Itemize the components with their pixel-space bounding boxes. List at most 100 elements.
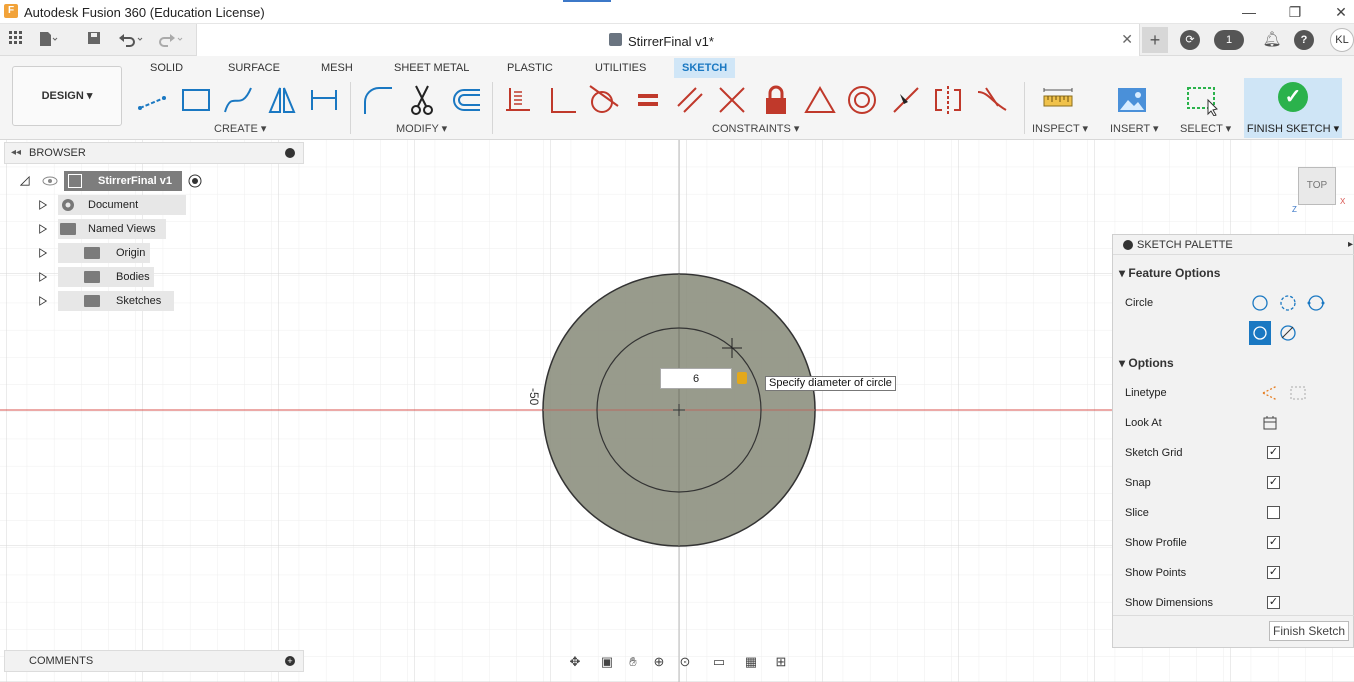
select-group-label[interactable]: SELECT ▾ <box>1180 122 1231 135</box>
finish-sketch-ribbon-button[interactable]: ✓ FINISH SKETCH ▾ <box>1244 78 1342 138</box>
diameter-dimension-input[interactable] <box>660 368 732 389</box>
file-menu-icon[interactable] <box>38 30 58 50</box>
offset-tool-icon[interactable] <box>450 84 482 116</box>
palette-minimize-icon[interactable] <box>1123 240 1133 250</box>
curvature-constraint-icon[interactable] <box>976 84 1008 116</box>
visibility-eye-icon[interactable] <box>42 176 58 186</box>
spline-tool-icon[interactable] <box>222 84 254 116</box>
two-point-circle-icon[interactable] <box>1277 292 1299 314</box>
three-point-circle-icon[interactable] <box>1305 292 1327 314</box>
new-tab-button[interactable]: + <box>1142 27 1168 53</box>
notifications-bell-icon[interactable]: 🔔︎ <box>1262 30 1282 50</box>
parallel-constraint-icon[interactable] <box>674 84 706 116</box>
modify-group-label[interactable]: MODIFY ▾ <box>396 122 447 135</box>
redo-icon[interactable] <box>158 30 183 50</box>
data-panel-grid-icon[interactable] <box>6 30 26 50</box>
display-settings-icon[interactable]: ▭ <box>710 653 728 671</box>
fit-zoom-icon[interactable]: ⊙ <box>676 653 694 671</box>
minimize-button[interactable]: — <box>1234 2 1264 22</box>
slice-checkbox[interactable] <box>1267 506 1280 519</box>
snap-checkbox[interactable]: ✓ <box>1267 476 1280 489</box>
create-group-label[interactable]: CREATE ▾ <box>214 122 266 135</box>
tab-solid[interactable]: SOLID <box>142 58 191 78</box>
symmetry-constraint-icon[interactable] <box>932 84 964 116</box>
collapse-triangle-icon[interactable] <box>20 175 30 187</box>
job-status-icon[interactable]: 1 <box>1214 30 1244 50</box>
tangent-circle-icon <box>1253 326 1267 340</box>
three-tangent-circle-icon[interactable] <box>1277 322 1299 344</box>
expand-triangle-icon[interactable] <box>38 295 48 307</box>
collapse-browser-icon[interactable]: ◂◂ <box>11 147 21 158</box>
insert-image-icon[interactable] <box>1116 84 1148 116</box>
tab-mesh[interactable]: MESH <box>313 58 361 78</box>
insert-group-label[interactable]: INSERT ▾ <box>1110 122 1159 135</box>
pan-hand-icon[interactable]: ✋︎ <box>624 653 642 671</box>
tab-surface[interactable]: SURFACE <box>220 58 288 78</box>
activate-component-icon[interactable] <box>188 174 202 188</box>
browser-panel-header[interactable]: ◂◂ BROWSER <box>4 142 304 164</box>
undo-icon[interactable] <box>118 30 143 50</box>
perpendicular-constraint-icon[interactable] <box>546 84 578 116</box>
midpoint-constraint-icon[interactable] <box>890 84 922 116</box>
selected-circle-option[interactable] <box>1249 321 1271 345</box>
tab-sketch[interactable]: SKETCH <box>674 58 736 78</box>
mirror-tool-icon[interactable] <box>266 84 298 116</box>
inspect-group-label[interactable]: INSPECT ▾ <box>1032 122 1088 135</box>
workspace-switcher-button[interactable]: DESIGN ▾ <box>12 66 122 126</box>
equal-constraint-icon[interactable] <box>632 84 664 116</box>
palette-finish-sketch-button[interactable]: Finish Sketch <box>1269 621 1349 641</box>
palette-expand-icon[interactable]: ▸ <box>1348 239 1353 250</box>
dimension-lock-icon[interactable] <box>737 372 747 384</box>
expand-triangle-icon[interactable] <box>38 271 48 283</box>
show-dimensions-checkbox[interactable]: ✓ <box>1267 596 1280 609</box>
measure-ruler-icon[interactable] <box>1042 84 1074 116</box>
viewports-icon[interactable]: ⊞ <box>772 653 790 671</box>
help-icon[interactable]: ? <box>1294 30 1314 50</box>
select-window-icon[interactable] <box>1186 84 1218 117</box>
expand-triangle-icon[interactable] <box>38 223 48 235</box>
line-tool-icon[interactable] <box>136 84 168 116</box>
options-section[interactable]: ▾ Options <box>1119 356 1174 370</box>
fillet-tool-icon[interactable] <box>362 84 394 116</box>
restore-button[interactable]: ❐ <box>1280 2 1310 22</box>
save-icon[interactable] <box>84 30 104 50</box>
concentric-constraint-icon[interactable] <box>846 84 878 116</box>
center-diameter-circle-icon[interactable] <box>1249 292 1271 314</box>
feature-options-section[interactable]: ▾ Feature Options <box>1119 266 1220 280</box>
grid-settings-icon[interactable]: ▦ <box>742 653 760 671</box>
look-at-icon[interactable] <box>1261 414 1279 432</box>
comments-panel[interactable]: COMMENTS + <box>4 650 304 672</box>
fix-lock-icon[interactable] <box>760 84 792 116</box>
close-button[interactable]: ✕ <box>1326 2 1354 22</box>
view-cube[interactable]: TOP <box>1298 167 1336 205</box>
expand-triangle-icon[interactable] <box>38 247 48 259</box>
rectangle-tool-icon[interactable] <box>180 84 212 116</box>
sketch-grid-checkbox[interactable]: ✓ <box>1267 446 1280 459</box>
look-at-nav-icon[interactable]: ▣ <box>598 653 616 671</box>
tab-plastic[interactable]: PLASTIC <box>499 58 561 78</box>
document-tab[interactable]: StirrerFinal v1* ✕ <box>196 24 1140 56</box>
add-comment-icon[interactable]: + <box>285 656 295 666</box>
tangent-constraint-icon[interactable] <box>588 84 620 116</box>
tab-utilities[interactable]: UTILITIES <box>587 58 654 78</box>
browser-minimize-icon[interactable] <box>285 148 295 158</box>
expand-triangle-icon[interactable] <box>38 199 48 211</box>
perpendicular-x-constraint-icon[interactable] <box>716 84 748 116</box>
trim-scissors-icon[interactable] <box>406 84 438 116</box>
orbit-icon[interactable]: ✥ <box>566 653 584 671</box>
component-icon <box>68 174 82 188</box>
triangle-constraint-icon[interactable] <box>804 84 836 116</box>
coincident-constraint-icon[interactable] <box>502 84 534 116</box>
sketch-palette-header[interactable]: SKETCH PALETTE ▸ <box>1113 235 1354 255</box>
zoom-icon[interactable]: ⊕ <box>650 653 668 671</box>
user-avatar[interactable]: KL <box>1330 28 1354 52</box>
centerline-linetype-icon[interactable] <box>1289 384 1307 402</box>
extensions-icon[interactable]: ⟳ <box>1180 30 1200 50</box>
construction-linetype-icon[interactable] <box>1261 384 1279 402</box>
document-close-icon[interactable]: ✕ <box>1121 31 1133 48</box>
dimension-tool-icon[interactable] <box>308 84 340 116</box>
show-profile-checkbox[interactable]: ✓ <box>1267 536 1280 549</box>
tab-sheet-metal[interactable]: SHEET METAL <box>386 58 477 78</box>
show-points-checkbox[interactable]: ✓ <box>1267 566 1280 579</box>
constraints-group-label[interactable]: CONSTRAINTS ▾ <box>712 122 799 135</box>
